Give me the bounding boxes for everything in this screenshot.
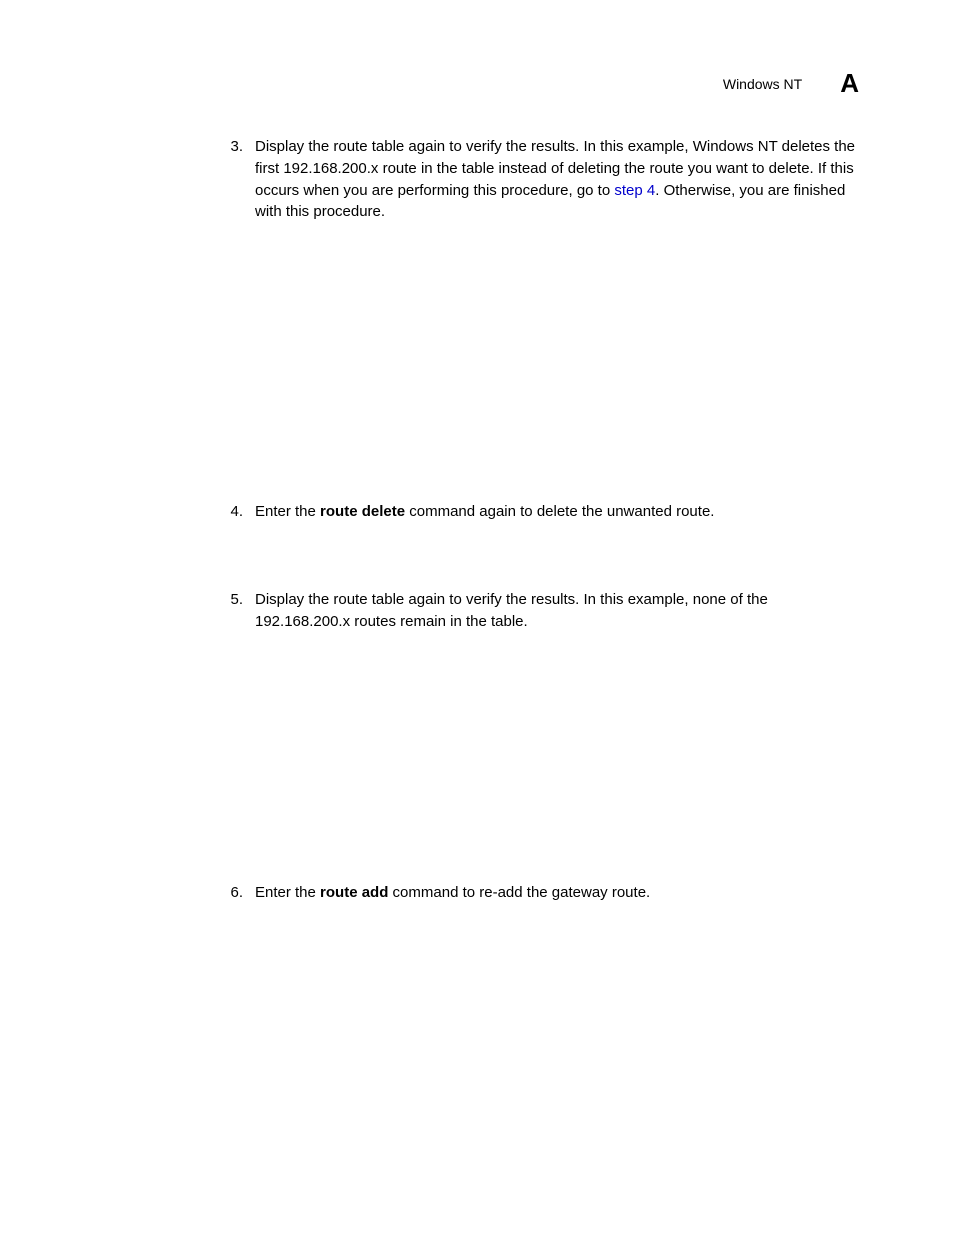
command-name: route add bbox=[320, 884, 388, 901]
step-text-part: command to re-add the gateway route. bbox=[388, 884, 650, 901]
step-text: Display the route table again to verify … bbox=[255, 589, 864, 633]
step-number: 3. bbox=[225, 136, 243, 223]
header-appendix-letter: A bbox=[840, 68, 859, 99]
step-text: Enter the route delete command again to … bbox=[255, 501, 864, 523]
step-text-part: command again to delete the unwanted rou… bbox=[405, 503, 714, 520]
step-3: 3. Display the route table again to veri… bbox=[225, 136, 864, 223]
step-number: 6. bbox=[225, 882, 243, 904]
step-text: Display the route table again to verify … bbox=[255, 136, 864, 223]
step-number: 5. bbox=[225, 589, 243, 633]
header-title: Windows NT bbox=[723, 76, 802, 92]
step-6: 6. Enter the route add command to re-add… bbox=[225, 882, 864, 904]
step-text: Enter the route add command to re-add th… bbox=[255, 882, 864, 904]
step-text-part: Enter the bbox=[255, 884, 320, 901]
step-4-link[interactable]: step 4 bbox=[614, 182, 655, 199]
step-5: 5. Display the route table again to veri… bbox=[225, 589, 864, 633]
step-number: 4. bbox=[225, 501, 243, 523]
command-name: route delete bbox=[320, 503, 405, 520]
page-header: Windows NT A bbox=[723, 68, 859, 99]
step-4: 4. Enter the route delete command again … bbox=[225, 501, 864, 523]
step-text-part: Enter the bbox=[255, 503, 320, 520]
page-content: 3. Display the route table again to veri… bbox=[225, 136, 864, 904]
